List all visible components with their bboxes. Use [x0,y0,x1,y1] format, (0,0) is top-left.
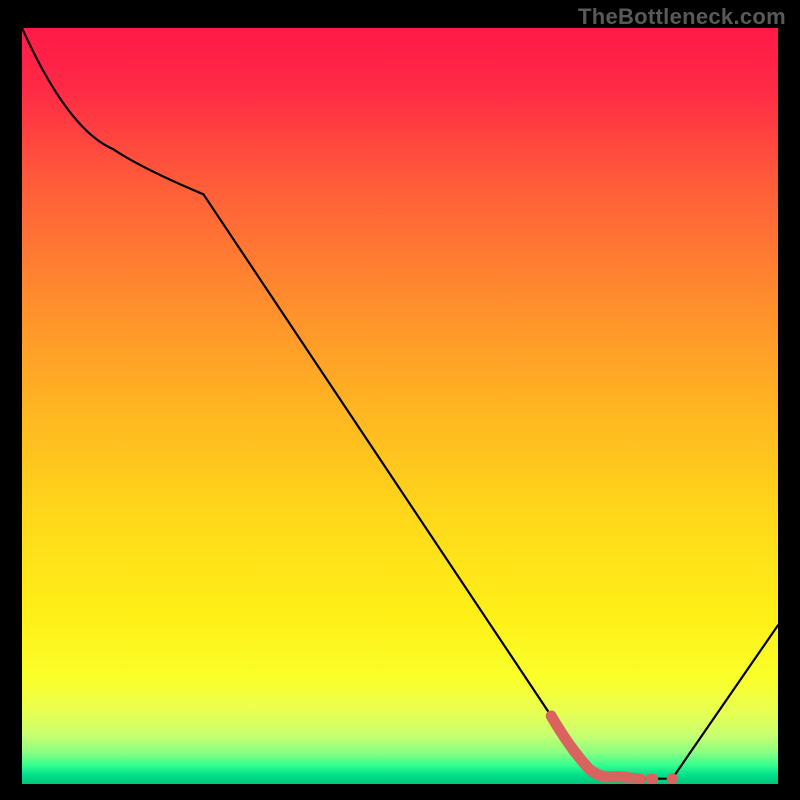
chart-frame: TheBottleneck.com [0,0,800,800]
plot-area [22,28,778,784]
chart-svg [22,28,778,784]
gradient-background [22,28,778,784]
watermark-text: TheBottleneck.com [578,4,786,30]
highlight-dashed [627,777,653,779]
highlight-end-dot [667,773,678,784]
